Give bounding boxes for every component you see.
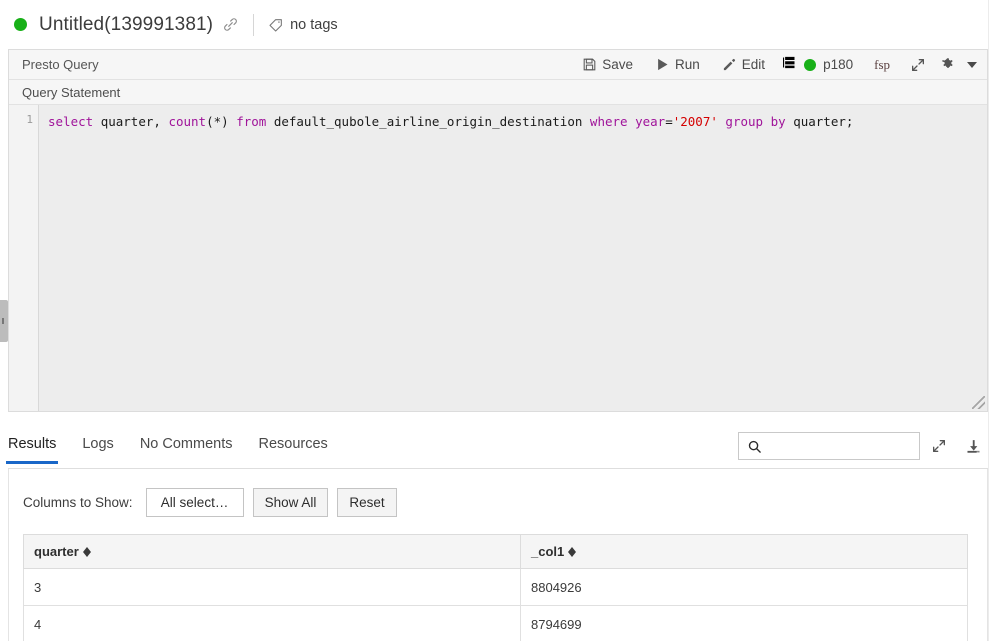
results-table-head: quarter _col1 xyxy=(23,534,968,569)
cluster-label: p180 xyxy=(823,57,854,72)
sql-token: , xyxy=(153,114,169,129)
sql-token: quarter; xyxy=(793,114,854,129)
columns-to-show-label: Columns to Show: xyxy=(23,495,133,510)
cluster-selector[interactable]: p180 xyxy=(776,52,861,78)
settings-button[interactable] xyxy=(933,52,963,78)
expand-editor-button[interactable] xyxy=(903,52,933,78)
run-button[interactable]: Run xyxy=(644,52,711,78)
sort-icon[interactable] xyxy=(568,546,577,558)
save-button[interactable]: Save xyxy=(571,52,644,78)
sql-token: (*) xyxy=(206,114,237,129)
column-label: _col1 xyxy=(531,544,565,559)
query-panel: Presto Query Save Run Edit p180 fsp Quer… xyxy=(8,49,988,412)
cell-quarter: 3 xyxy=(23,568,521,606)
sort-icon[interactable] xyxy=(82,546,91,558)
query-statement-bar: Query Statement xyxy=(9,80,987,105)
link-icon[interactable] xyxy=(222,16,239,33)
sql-token: count xyxy=(168,114,207,129)
results-tools xyxy=(738,432,988,466)
save-label: Save xyxy=(602,57,634,72)
sql-token: '2007' xyxy=(672,114,718,129)
show-all-button[interactable]: Show All xyxy=(252,488,329,517)
results-table-body: 3 8804926 4 8794699 xyxy=(23,568,968,641)
column-label: quarter xyxy=(34,544,79,559)
sql-token: quarter xyxy=(100,114,154,129)
sql-token: by xyxy=(770,114,786,129)
query-engine-label: Presto Query xyxy=(22,57,99,72)
download-results-button[interactable] xyxy=(958,433,988,459)
sql-token: = xyxy=(665,114,673,129)
query-toolbar-actions: Save Run Edit p180 fsp xyxy=(571,52,981,78)
sql-token: year xyxy=(635,114,666,129)
run-label: Run xyxy=(675,57,700,72)
table-row: 4 8794699 xyxy=(23,605,968,641)
editor-gutter: 1 xyxy=(9,105,39,411)
search-icon xyxy=(747,439,762,454)
page-header: Untitled(139991381) no tags xyxy=(0,0,996,49)
fsp-button[interactable]: fsp xyxy=(861,57,903,73)
settings-dropdown-caret[interactable] xyxy=(963,52,981,78)
page-title: Untitled(139991381) xyxy=(39,13,214,35)
columns-select[interactable]: All select… xyxy=(145,488,244,517)
pencil-icon xyxy=(722,57,737,72)
column-header-col1[interactable]: _col1 xyxy=(520,534,968,569)
results-table: quarter _col1 3 8804926 4 8794699 xyxy=(23,534,968,641)
results-panel: Columns to Show: All select… Show All Re… xyxy=(8,469,988,641)
sql-editor[interactable]: 1 select quarter, count(*) from default_… xyxy=(9,105,987,411)
page-scrollbar[interactable] xyxy=(988,0,996,641)
tab-comments[interactable]: No Comments xyxy=(140,432,233,464)
table-row: 3 8804926 xyxy=(23,568,968,606)
chevron-down-icon xyxy=(967,61,977,68)
columns-control: Columns to Show: All select… Show All Re… xyxy=(9,469,987,517)
sql-token: from xyxy=(236,114,267,129)
sql-token: group xyxy=(725,114,764,129)
editor-line-number: 1 xyxy=(26,113,33,126)
cell-col1: 8794699 xyxy=(520,605,968,641)
tag-icon xyxy=(268,17,284,33)
edit-label: Edit xyxy=(741,57,766,72)
results-search[interactable] xyxy=(738,432,946,460)
editor-resize-grip[interactable] xyxy=(972,396,985,409)
editor-code-line[interactable]: select quarter, count(*) from default_qu… xyxy=(48,113,981,130)
tab-logs[interactable]: Logs xyxy=(82,432,113,464)
sql-token: default_qubole_airline_origin_destinatio… xyxy=(273,114,583,129)
left-panel-rail xyxy=(0,85,8,425)
query-composer-page: Untitled(139991381) no tags Presto Query… xyxy=(0,0,996,641)
play-icon xyxy=(655,57,670,72)
server-stack-icon xyxy=(782,55,797,75)
query-statement-label: Query Statement xyxy=(22,84,121,100)
edit-button[interactable]: Edit xyxy=(711,52,776,78)
search-input[interactable] xyxy=(762,433,946,459)
header-divider xyxy=(253,13,255,36)
query-status-dot xyxy=(14,18,27,31)
reset-button[interactable]: Reset xyxy=(337,488,397,517)
table-header-row: quarter _col1 xyxy=(23,534,968,569)
left-panel-drag-handle[interactable] xyxy=(0,300,8,342)
column-header-quarter[interactable]: quarter xyxy=(23,534,521,569)
cell-col1: 8804926 xyxy=(520,568,968,606)
save-icon xyxy=(582,57,597,72)
tags-label: no tags xyxy=(290,16,338,33)
cluster-status-dot xyxy=(804,58,817,71)
sql-token: select xyxy=(48,114,94,129)
cell-quarter: 4 xyxy=(23,605,521,641)
query-toolbar: Presto Query Save Run Edit p180 fsp xyxy=(9,50,987,80)
tab-results[interactable]: Results xyxy=(5,432,59,464)
results-tabbar: Results Logs No Comments Resources xyxy=(5,432,988,469)
sql-token: where xyxy=(589,114,628,129)
tab-resources[interactable]: Resources xyxy=(258,432,327,464)
tags-control[interactable]: no tags xyxy=(268,17,338,33)
